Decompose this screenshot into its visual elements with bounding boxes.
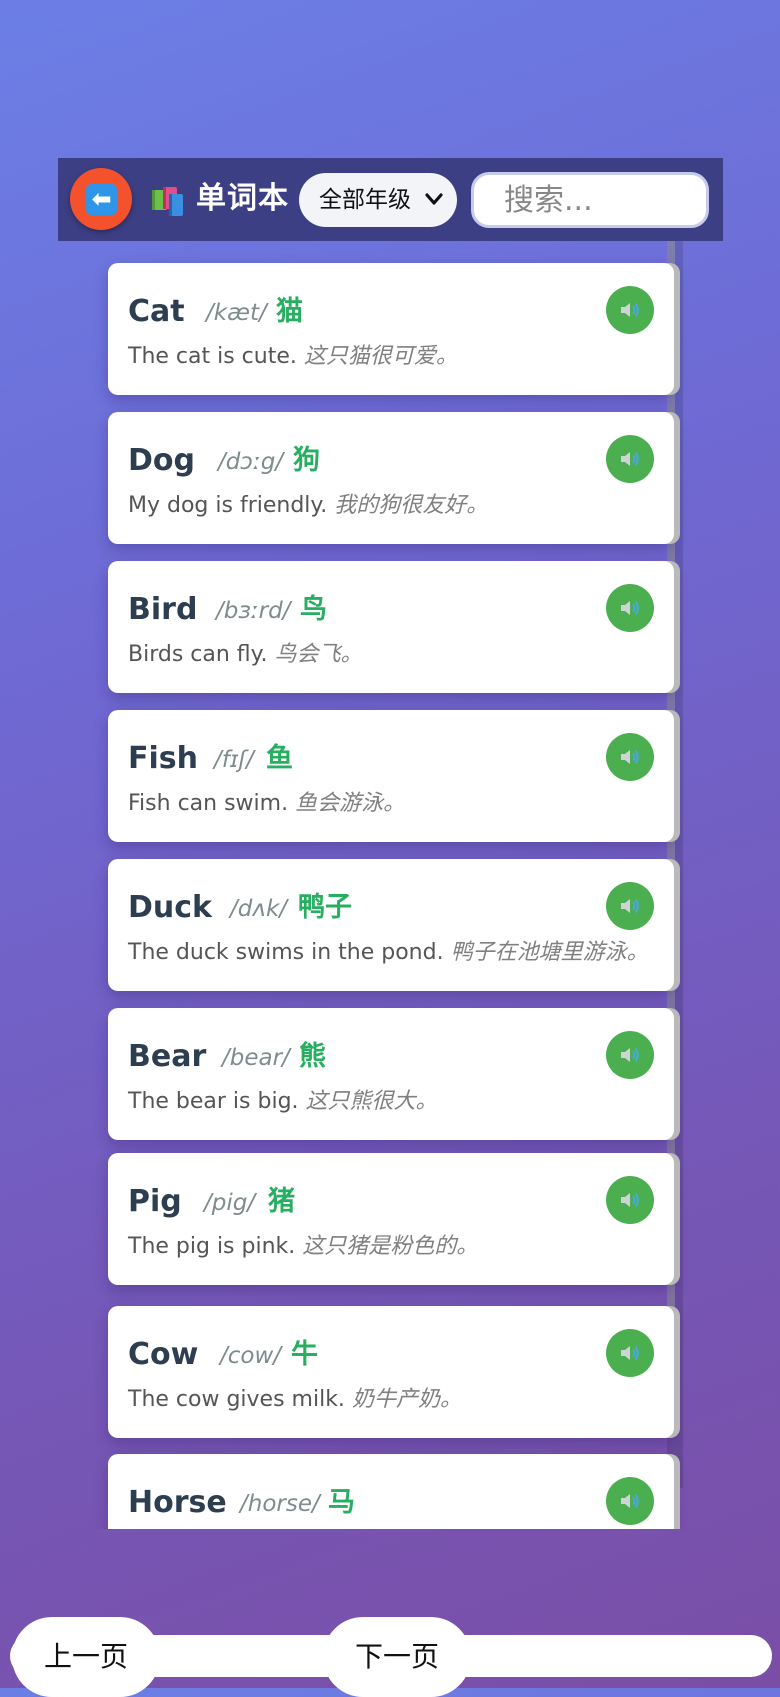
chevron-down-icon — [425, 193, 443, 205]
meaning-text: 猫 — [276, 296, 303, 327]
example-sentence: The duck swims in the pond. 鸭子在池塘里游泳。 — [128, 937, 649, 969]
phonetic-text: /fɪʃ/ — [214, 747, 254, 773]
word-card[interactable]: Bear /bear/ 熊 The bear is big. 这只熊很大。 — [108, 1008, 674, 1140]
phonetic-text: /cow/ — [220, 1343, 282, 1369]
example-cn: 这只猪是粉色的。 — [302, 1234, 479, 1259]
play-audio-button[interactable] — [606, 733, 654, 781]
word-list[interactable]: Cat /kæt/ 猫 The cat is cute. 这只猫很可爱。 Dog… — [0, 241, 780, 1529]
back-arrow-icon: ⬅ — [86, 184, 117, 215]
word-card[interactable]: Cat /kæt/ 猫 The cat is cute. 这只猫很可爱。 — [108, 263, 674, 395]
meaning-text: 熊 — [299, 1041, 326, 1072]
speaker-icon — [621, 1047, 639, 1063]
grade-select-value: 全部年级 — [319, 187, 411, 213]
example-sentence: The cat is cute. 这只猫很可爱。 — [128, 341, 458, 373]
example-en: The pig is pink. — [128, 1234, 296, 1259]
word-card[interactable]: Duck /dʌk/ 鸭子 The duck swims in the pond… — [108, 859, 674, 991]
phonetic-text: /horse/ — [240, 1491, 320, 1517]
word-card[interactable]: Cow /cow/ 牛 The cow gives milk. 奶牛产奶。 — [108, 1306, 674, 1438]
word-text: Pig — [128, 1184, 182, 1219]
meaning-text: 猪 — [268, 1186, 295, 1217]
play-audio-button[interactable] — [606, 1031, 654, 1079]
example-sentence: Birds can fly. 鸟会飞。 — [128, 639, 363, 671]
phonetic-text: /kæt/ — [206, 300, 267, 326]
example-en: The bear is big. — [128, 1089, 299, 1114]
example-cn: 这只熊很大。 — [305, 1089, 438, 1114]
example-en: Birds can fly. — [128, 642, 268, 667]
word-card[interactable]: Dog /dɔːg/ 狗 My dog is friendly. 我的狗很友好。 — [108, 412, 674, 544]
meaning-text: 牛 — [291, 1339, 318, 1370]
speaker-icon — [621, 1192, 639, 1208]
play-audio-button[interactable] — [606, 1329, 654, 1377]
word-card[interactable]: Fish /fɪʃ/ 鱼 Fish can swim. 鱼会游泳。 — [108, 710, 674, 842]
example-cn: 我的狗很友好。 — [334, 493, 489, 518]
next-page-button[interactable]: 下一页 — [323, 1617, 471, 1697]
word-text: Dog — [128, 443, 195, 478]
word-text: Horse — [128, 1485, 227, 1520]
speaker-icon — [621, 898, 639, 914]
example-sentence: Fish can swim. 鱼会游泳。 — [128, 788, 405, 820]
back-button[interactable]: ⬅ — [70, 168, 132, 230]
speaker-icon — [621, 749, 639, 765]
play-audio-button[interactable] — [606, 1477, 654, 1525]
prev-page-button[interactable]: 上一页 — [12, 1617, 160, 1697]
example-en: The cow gives milk. — [128, 1387, 345, 1412]
phonetic-text: /pig/ — [204, 1190, 256, 1216]
meaning-text: 马 — [328, 1487, 355, 1518]
example-en: The duck swims in the pond. — [128, 940, 444, 965]
phonetic-text: /bɜːrd/ — [216, 598, 291, 624]
top-bar: ⬅ 单词本 全部年级 — [58, 158, 723, 241]
example-en: Fish can swim. — [128, 791, 289, 816]
word-card[interactable]: Horse /horse/ 马 — [108, 1454, 674, 1529]
example-cn: 奶牛产奶。 — [351, 1387, 462, 1412]
play-audio-button[interactable] — [606, 882, 654, 930]
books-icon — [152, 187, 183, 216]
play-audio-button[interactable] — [606, 584, 654, 632]
meaning-text: 鸭子 — [298, 892, 352, 923]
meaning-text: 狗 — [293, 445, 320, 476]
phonetic-text: /dɔːg/ — [218, 449, 284, 475]
meaning-text: 鱼 — [266, 743, 293, 774]
speaker-icon — [621, 1345, 639, 1361]
play-audio-button[interactable] — [606, 435, 654, 483]
meaning-text: 鸟 — [300, 594, 327, 625]
example-en: My dog is friendly. — [128, 493, 328, 518]
example-sentence: The bear is big. 这只熊很大。 — [128, 1086, 438, 1118]
speaker-icon — [621, 451, 639, 467]
word-text: Bear — [128, 1039, 207, 1074]
word-text: Cat — [128, 294, 185, 329]
phonetic-text: /bear/ — [222, 1045, 290, 1071]
example-cn: 这只猫很可爱。 — [303, 344, 458, 369]
word-card[interactable]: Bird /bɜːrd/ 鸟 Birds can fly. 鸟会飞。 — [108, 561, 674, 693]
app-title: 单词本 — [196, 181, 289, 216]
example-sentence: The pig is pink. 这只猪是粉色的。 — [128, 1231, 478, 1263]
example-sentence: The cow gives milk. 奶牛产奶。 — [128, 1384, 462, 1416]
word-text: Fish — [128, 741, 198, 776]
word-card[interactable]: Pig /pig/ 猪 The pig is pink. 这只猪是粉色的。 — [108, 1153, 674, 1285]
example-cn: 鸟会飞。 — [274, 642, 363, 667]
example-sentence: My dog is friendly. 我的狗很友好。 — [128, 490, 488, 522]
word-text: Duck — [128, 890, 212, 925]
speaker-icon — [621, 302, 639, 318]
speaker-icon — [621, 600, 639, 616]
example-cn: 鸭子在池塘里游泳。 — [450, 940, 649, 965]
word-text: Bird — [128, 592, 198, 627]
play-audio-button[interactable] — [606, 286, 654, 334]
word-text: Cow — [128, 1337, 199, 1372]
grade-select[interactable]: 全部年级 — [299, 173, 457, 227]
example-cn: 鱼会游泳。 — [295, 791, 406, 816]
search-input[interactable] — [471, 172, 709, 228]
example-en: The cat is cute. — [128, 344, 297, 369]
play-audio-button[interactable] — [606, 1176, 654, 1224]
speaker-icon — [621, 1493, 639, 1509]
phonetic-text: /dʌk/ — [230, 896, 288, 922]
